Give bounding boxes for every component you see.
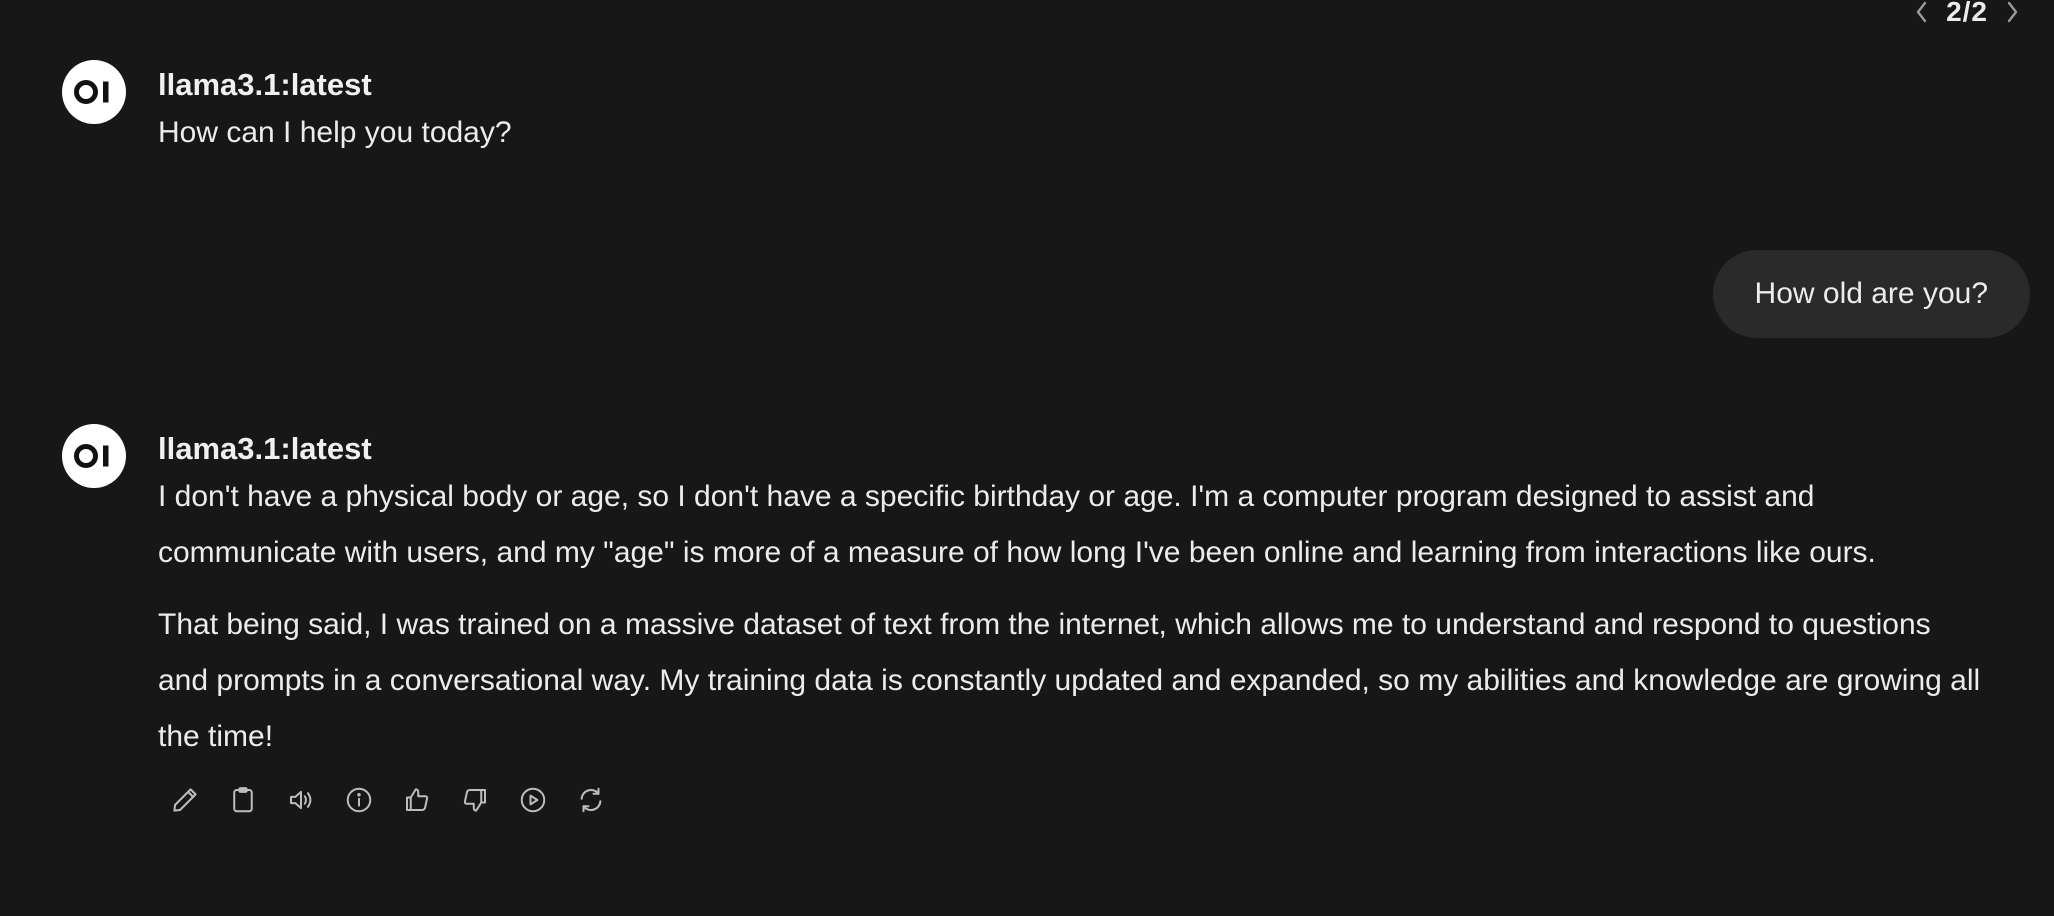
next-response-button[interactable] — [2000, 0, 2024, 24]
bad-response-button[interactable] — [460, 785, 490, 815]
play-circle-icon — [520, 787, 546, 813]
continue-response-button[interactable] — [518, 785, 548, 815]
message-paragraph: That being said, I was trained on a mass… — [158, 608, 1981, 753]
regenerate-icon — [580, 787, 602, 813]
user-message-bubble: How old are you? — [1712, 250, 2030, 338]
chat-view: 2/2 llama3.1:latest How can I help you t… — [0, 0, 2054, 916]
model-name: llama3.1:latest — [158, 67, 372, 102]
assistant-message: llama3.1:latest How can I help you today… — [62, 60, 1988, 161]
openwebui-logo-icon — [74, 80, 109, 104]
thumbs-up-icon — [406, 788, 429, 811]
chevron-right-icon — [2007, 1, 2018, 23]
response-pager: 2/2 — [1910, 0, 2024, 27]
good-response-button[interactable] — [402, 785, 432, 815]
message-text: I don't have a physical body or age, so … — [158, 469, 1988, 765]
regenerate-button[interactable] — [576, 785, 606, 815]
message-paragraph: I don't have a physical body or age, so … — [158, 480, 1876, 569]
message-text: How can I help you today? — [158, 105, 1988, 161]
chevron-left-icon — [1916, 1, 1927, 23]
previous-response-button[interactable] — [1910, 0, 1934, 24]
message-action-bar — [170, 785, 1988, 815]
read-aloud-button[interactable] — [286, 785, 316, 815]
info-button[interactable] — [344, 785, 374, 815]
response-counter: 2/2 — [1946, 0, 1988, 27]
assistant-message: llama3.1:latest I don't have a physical … — [62, 424, 1988, 815]
message-paragraph: How can I help you today? — [158, 116, 512, 149]
thumbs-down-icon — [463, 789, 486, 812]
model-avatar — [62, 60, 126, 124]
model-avatar — [62, 424, 126, 488]
speaker-icon — [290, 790, 312, 810]
pencil-icon — [173, 788, 197, 812]
openwebui-logo-icon — [74, 444, 109, 468]
info-icon — [346, 787, 372, 813]
clipboard-icon — [233, 787, 253, 813]
edit-button[interactable] — [170, 785, 200, 815]
model-name: llama3.1:latest — [158, 431, 372, 466]
copy-button[interactable] — [228, 785, 258, 815]
